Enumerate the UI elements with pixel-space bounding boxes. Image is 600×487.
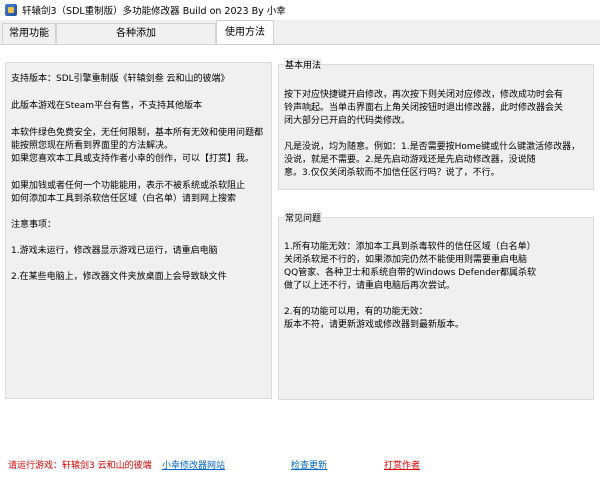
donate-link[interactable]: 打赏作者 — [384, 458, 420, 471]
free-safe-text-2: 能按照您现在所看到界面里的方法解决。 — [11, 141, 174, 151]
basic-usage-line: 闭大部分已开启的代码类修改。 — [284, 116, 411, 126]
faq-line: 版本不符，请更新游戏或修改器到最新版本。 — [284, 320, 465, 330]
note-1-text: 1.游戏未运行，修改器显示游戏已运行，请重启电脑 — [11, 246, 218, 256]
faq-title: 常见问题 — [284, 211, 323, 224]
faq-line: 关闭杀软是不行的，如果添加完仍然不能使用则需要重启电脑 — [284, 255, 528, 265]
steam-only-text: 此版本游戏在Steam平台有售，不支持其他版本 — [11, 101, 203, 111]
blocked-hint-text: 如果加钱或者任何一个功能能用，表示不被系统或杀软阻止 — [11, 181, 246, 191]
basic-usage-title: 基本用法 — [284, 58, 323, 71]
basic-usage-line: 没说，就是不需要。2.是先启动游戏还是先启动修改器，没说随 — [284, 155, 536, 165]
faq-line: 做了以上还不行，请重启电脑后再次尝试。 — [284, 281, 456, 291]
window-title: 轩辕剑3（SDL重制版）多功能修改器 Build on 2023 By 小幸 — [22, 6, 286, 17]
basic-usage-line: 凡是没说，均为随意。例如：1.是否需要按Home键或什么键激活修改器， — [284, 142, 581, 152]
website-link[interactable]: 小幸修改器网站 — [162, 458, 225, 471]
basic-usage-panel: 基本用法 按下对应快捷键开启修改，再次按下则关闭对应修改，修改成功时会有 铃声响… — [278, 58, 594, 190]
tab-common-functions[interactable]: 常用功能 — [2, 23, 56, 43]
tab-content: 支持版本：SDL引擎重制版《轩辕剑叁 云和山的彼端》 此版本游戏在Steam平台… — [0, 44, 600, 487]
faq-line: 1.所有功能无效：添加本工具到杀毒软件的信任区域（白名单） — [284, 242, 536, 252]
donate-hint-text: 如果您喜欢本工具或支持作者小幸的创作，可以【打赏】我。 — [11, 154, 255, 164]
note-2-text: 2.在某些电脑上，修改器文件夹放桌面上会导致缺文件 — [11, 272, 227, 282]
basic-usage-line: 按下对应快捷键开启修改，再次按下则关闭对应修改，修改成功时会有 — [284, 90, 564, 100]
game-status-text: 请运行游戏：轩辕剑3 云和山的彼端 — [8, 461, 152, 471]
app-icon — [5, 4, 17, 16]
support-version-text: 支持版本：SDL引擎重制版《轩辕剑叁 云和山的彼端》 — [11, 74, 230, 84]
tab-usage[interactable]: 使用方法 — [216, 20, 274, 44]
faq-line: QQ管家、各种卫士和系统自带的Windows Defender都属杀软 — [284, 268, 537, 278]
faq-line: 2.有的功能可以用，有的功能无效： — [284, 307, 428, 317]
basic-usage-line: 意。3.仅仅关闭杀软而不加信任区行吗？说了，不行。 — [284, 168, 500, 178]
title-bar: 轩辕剑3（SDL重制版）多功能修改器 Build on 2023 By 小幸 — [0, 0, 600, 20]
support-info-panel: 支持版本：SDL引擎重制版《轩辕剑叁 云和山的彼端》 此版本游戏在Steam平台… — [5, 62, 272, 399]
whitelist-hint-text: 如何添加本工具到杀软信任区域（白名单）请到网上搜索 — [11, 194, 237, 204]
notes-heading: 注意事项： — [11, 220, 57, 230]
tab-bar: 常用功能 各种添加 使用方法 — [0, 20, 600, 44]
faq-panel: 常见问题 1.所有功能无效：添加本工具到杀毒软件的信任区域（白名单） 关闭杀软是… — [278, 211, 594, 400]
tab-various-add[interactable]: 各种添加 — [56, 23, 216, 43]
check-update-link[interactable]: 检查更新 — [291, 458, 327, 471]
free-safe-text: 本软件绿色免费安全，无任何限制，基本所有无效和使用问题都 — [11, 128, 264, 138]
basic-usage-line: 铃声响起。当单击界面右上角关闭按钮时退出修改器，此时修改器会关 — [284, 103, 564, 113]
